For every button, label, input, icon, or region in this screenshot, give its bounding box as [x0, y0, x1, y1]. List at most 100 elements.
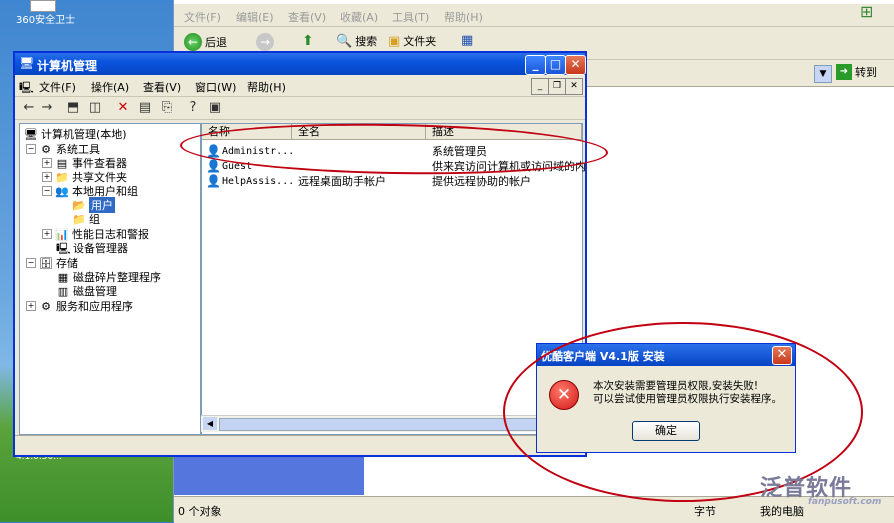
column-header-description[interactable]: 描述	[426, 124, 582, 140]
address-dropdown-chevron-icon[interactable]: ▼	[814, 65, 832, 83]
close-button[interactable]: ✕	[565, 55, 586, 75]
explorer-left-pane	[174, 455, 364, 495]
explorer-menu-file[interactable]: 文件(F)	[184, 9, 221, 25]
expand-icon[interactable]: +	[42, 229, 52, 239]
ok-button[interactable]: 确定	[632, 421, 700, 441]
dialog-close-button[interactable]: ✕	[772, 346, 792, 365]
disabled-user-icon: 👤	[206, 159, 221, 173]
menu-window[interactable]: 窗口(W)	[195, 79, 236, 95]
search-button[interactable]: 🔍 搜索	[336, 33, 377, 49]
window-title: 计算机管理	[37, 59, 98, 73]
explorer-menu-tools[interactable]: 工具(T)	[392, 9, 429, 25]
console-icon[interactable]: ▣	[207, 100, 223, 116]
error-icon: ✕	[549, 380, 579, 410]
expand-icon[interactable]: +	[42, 158, 52, 168]
status-object-count: 0 个对象	[178, 505, 222, 518]
show-hide-tree-icon[interactable]: ◫	[87, 100, 103, 116]
go-arrow-icon: ➜	[836, 64, 852, 80]
tree-services[interactable]: + ⚙ 服务和应用程序	[26, 298, 133, 314]
row-description: 提供远程协助的帐户	[432, 175, 531, 188]
mdi-restore-button[interactable]: ❐	[548, 78, 566, 95]
row-description: 供来宾访问计算机或访问域的内	[432, 160, 586, 173]
performance-icon: 📊	[55, 227, 69, 241]
forward-button[interactable]: →	[256, 33, 274, 51]
mdi-close-button[interactable]: ✕	[565, 78, 583, 95]
explorer-menu-edit[interactable]: 编辑(E)	[236, 9, 274, 25]
tree-disk-management[interactable]: ▥ 磁盘管理	[56, 283, 117, 299]
dialog-message: 本次安装需要管理员权限,安装失败! 可以尝试使用管理员权限执行安装程序。	[593, 380, 782, 406]
horizontal-scrollbar[interactable]: ◀	[201, 415, 581, 432]
explorer-menu-view[interactable]: 查看(V)	[288, 9, 326, 25]
menu-view[interactable]: 查看(V)	[143, 79, 181, 95]
desktop-icon-label: 360安全卫士	[16, 15, 76, 26]
maximize-button[interactable]: □	[545, 55, 566, 75]
menu-computer-icon: 🖳	[19, 81, 34, 94]
forward-arrow-icon[interactable]: →	[39, 100, 55, 116]
row-name: HelpAssis...	[222, 176, 295, 187]
tree-root-label: 计算机管理(本地)	[41, 128, 127, 141]
dialog-message-line1: 本次安装需要管理员权限,安装失败!	[593, 380, 759, 392]
tree-groups-label: 组	[89, 213, 100, 226]
tree-groups[interactable]: 📁 组	[72, 211, 100, 227]
column-header-name[interactable]: 名称	[202, 124, 292, 140]
minimize-button[interactable]: _	[525, 55, 546, 75]
dialog-titlebar[interactable]: 优酷客户端 V4.1版 安装 ✕	[537, 344, 795, 366]
properties-icon[interactable]: ▤	[137, 100, 153, 116]
up-level-icon[interactable]: ⬒	[65, 100, 81, 116]
row-name: Guest	[222, 161, 253, 172]
status-my-computer: 我的电脑	[760, 505, 804, 518]
folder-icon: 📁	[72, 212, 86, 226]
views-grid-icon: ▦	[461, 33, 474, 48]
tree-device-manager-label: 设备管理器	[73, 242, 128, 255]
back-button[interactable]: ← 后退	[184, 33, 227, 51]
explorer-menu-help[interactable]: 帮助(H)	[444, 9, 483, 25]
collapse-icon[interactable]: −	[26, 144, 36, 154]
users-group-icon: 👥	[55, 184, 69, 198]
compmgmt-toolbar: ← → ⬒ ◫ ✕ ▤ ⎘ ? ▣	[15, 97, 585, 120]
collapse-icon[interactable]: −	[42, 186, 52, 196]
disabled-user-icon: 👤	[206, 174, 221, 188]
table-row[interactable]: 👤 HelpAssis... 远程桌面助手帐户 提供远程协助的帐户	[202, 174, 582, 189]
event-viewer-icon: ▤	[56, 156, 68, 170]
folder-icon: ▣	[388, 33, 401, 49]
tools-icon: ⚙	[41, 142, 51, 156]
dialog-title: 优酷客户端 V4.1版 安装	[541, 350, 665, 363]
collapse-icon[interactable]: −	[26, 258, 36, 268]
help-icon[interactable]: ?	[185, 100, 201, 116]
compmgmt-menubar: 🖳 文件(F) 操作(A) 查看(V) 窗口(W) 帮助(H)	[15, 76, 585, 97]
table-row[interactable]: 👤 Guest 供来宾访问计算机或访问域的内	[202, 159, 586, 174]
forward-arrow-icon: →	[256, 33, 274, 51]
table-row[interactable]: 👤 Administr... 系统管理员	[202, 144, 582, 159]
folders-button[interactable]: ▣ 文件夹	[388, 33, 436, 49]
back-arrow-icon[interactable]: ←	[21, 100, 37, 116]
delete-icon[interactable]: ✕	[115, 100, 131, 116]
dialog-message-line2: 可以尝试使用管理员权限执行安装程序。	[593, 393, 782, 405]
menu-action[interactable]: 操作(A)	[91, 79, 129, 95]
menu-file[interactable]: 文件(F)	[39, 79, 76, 95]
search-label: 搜索	[355, 35, 378, 48]
expand-icon[interactable]: +	[42, 172, 52, 182]
row-description: 系统管理员	[432, 145, 487, 158]
tree-disk-management-label: 磁盘管理	[73, 285, 117, 298]
console-tree: 🖥 计算机管理(本地) − ⚙ 系统工具 + ▤ 事件查看器 + 📁 共享文件夹 − 👥 本地用户…	[19, 123, 201, 435]
scroll-left-icon[interactable]: ◀	[203, 417, 217, 430]
compmgmt-status-bar	[15, 435, 585, 454]
views-button[interactable]: ▦	[461, 33, 473, 48]
mdi-minimize-button[interactable]: _	[531, 78, 549, 95]
expand-icon[interactable]: +	[26, 301, 36, 311]
window-titlebar[interactable]: 🖥 计算机管理 _ □ ✕	[15, 53, 586, 75]
explorer-menu-favorites[interactable]: 收藏(A)	[340, 9, 378, 25]
install-error-dialog: 优酷客户端 V4.1版 安装 ✕ ✕ 本次安装需要管理员权限,安装失败! 可以尝…	[536, 343, 796, 453]
row-name: Administr...	[222, 146, 295, 157]
column-header-fullname[interactable]: 全名	[292, 124, 426, 140]
services-icon: ⚙	[41, 299, 51, 313]
menu-help[interactable]: 帮助(H)	[247, 79, 286, 95]
computer-icon: 🖥	[19, 56, 35, 70]
up-button[interactable]: ⬆	[302, 33, 314, 49]
tree-root[interactable]: 🖥 计算机管理(本地)	[24, 126, 127, 142]
refresh-icon[interactable]: ⎘	[159, 100, 175, 116]
go-button[interactable]: ➜ 转到	[836, 64, 877, 80]
scrollbar-thumb[interactable]	[219, 418, 561, 431]
tree-device-manager[interactable]: 🖳 设备管理器	[56, 240, 128, 256]
row-fullname: 远程桌面助手帐户	[298, 175, 386, 188]
